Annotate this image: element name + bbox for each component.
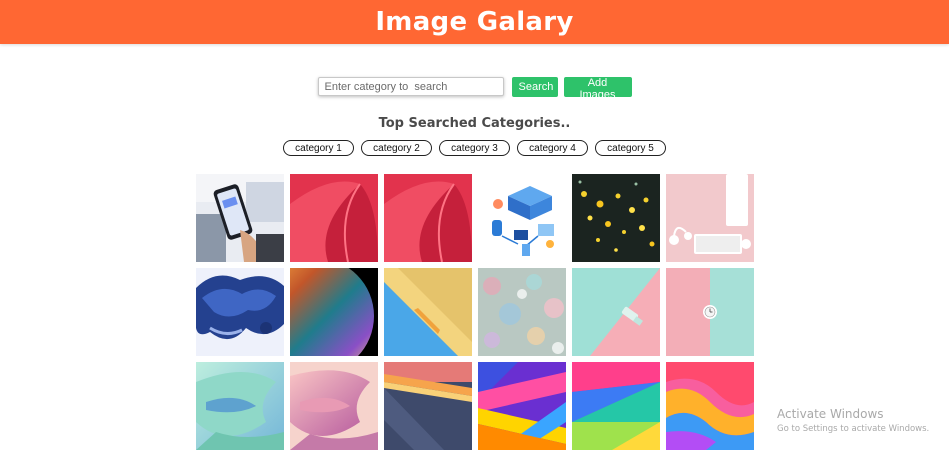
search-bar: Search Add Images <box>0 76 949 101</box>
gallery-image-3[interactable] <box>384 174 472 262</box>
gallery-image-14[interactable] <box>290 362 378 450</box>
activate-windows-watermark: Activate Windows Go to Settings to activ… <box>777 407 929 434</box>
gallery-image-11[interactable] <box>572 268 660 356</box>
gallery-image-2[interactable] <box>290 174 378 262</box>
top-categories-heading: Top Searched Categories.. <box>378 116 571 131</box>
gallery-image-8[interactable] <box>290 268 378 356</box>
app-header: Image Galary <box>0 0 949 44</box>
gallery-image-17[interactable] <box>572 362 660 450</box>
gallery-image-18[interactable] <box>666 362 754 450</box>
search-button[interactable]: Search <box>511 76 558 97</box>
gallery-image-4[interactable] <box>478 174 566 262</box>
gallery-image-10[interactable] <box>478 268 566 356</box>
gallery-image-1[interactable] <box>196 174 284 262</box>
watermark-subtitle: Go to Settings to activate Windows. <box>777 424 930 434</box>
category-chip-4[interactable]: category 4 <box>517 140 588 156</box>
gallery-image-16[interactable] <box>478 362 566 450</box>
page-title: Image Galary <box>375 7 574 37</box>
category-chips: category 1 category 2 category 3 categor… <box>0 140 949 156</box>
gallery-image-12[interactable] <box>666 268 754 356</box>
category-chip-2[interactable]: category 2 <box>361 140 432 156</box>
search-input[interactable] <box>317 77 504 96</box>
category-chip-3[interactable]: category 3 <box>439 140 510 156</box>
image-gallery <box>196 174 754 450</box>
gallery-image-9[interactable] <box>384 268 472 356</box>
gallery-image-6[interactable] <box>666 174 754 262</box>
category-chip-1[interactable]: category 1 <box>283 140 354 156</box>
add-images-button[interactable]: Add Images <box>563 76 632 101</box>
gallery-image-15[interactable] <box>384 362 472 450</box>
watermark-title: Activate Windows <box>777 407 884 421</box>
gallery-image-7[interactable] <box>196 268 284 356</box>
gallery-image-13[interactable] <box>196 362 284 450</box>
gallery-image-5[interactable] <box>572 174 660 262</box>
category-chip-5[interactable]: category 5 <box>595 140 666 156</box>
